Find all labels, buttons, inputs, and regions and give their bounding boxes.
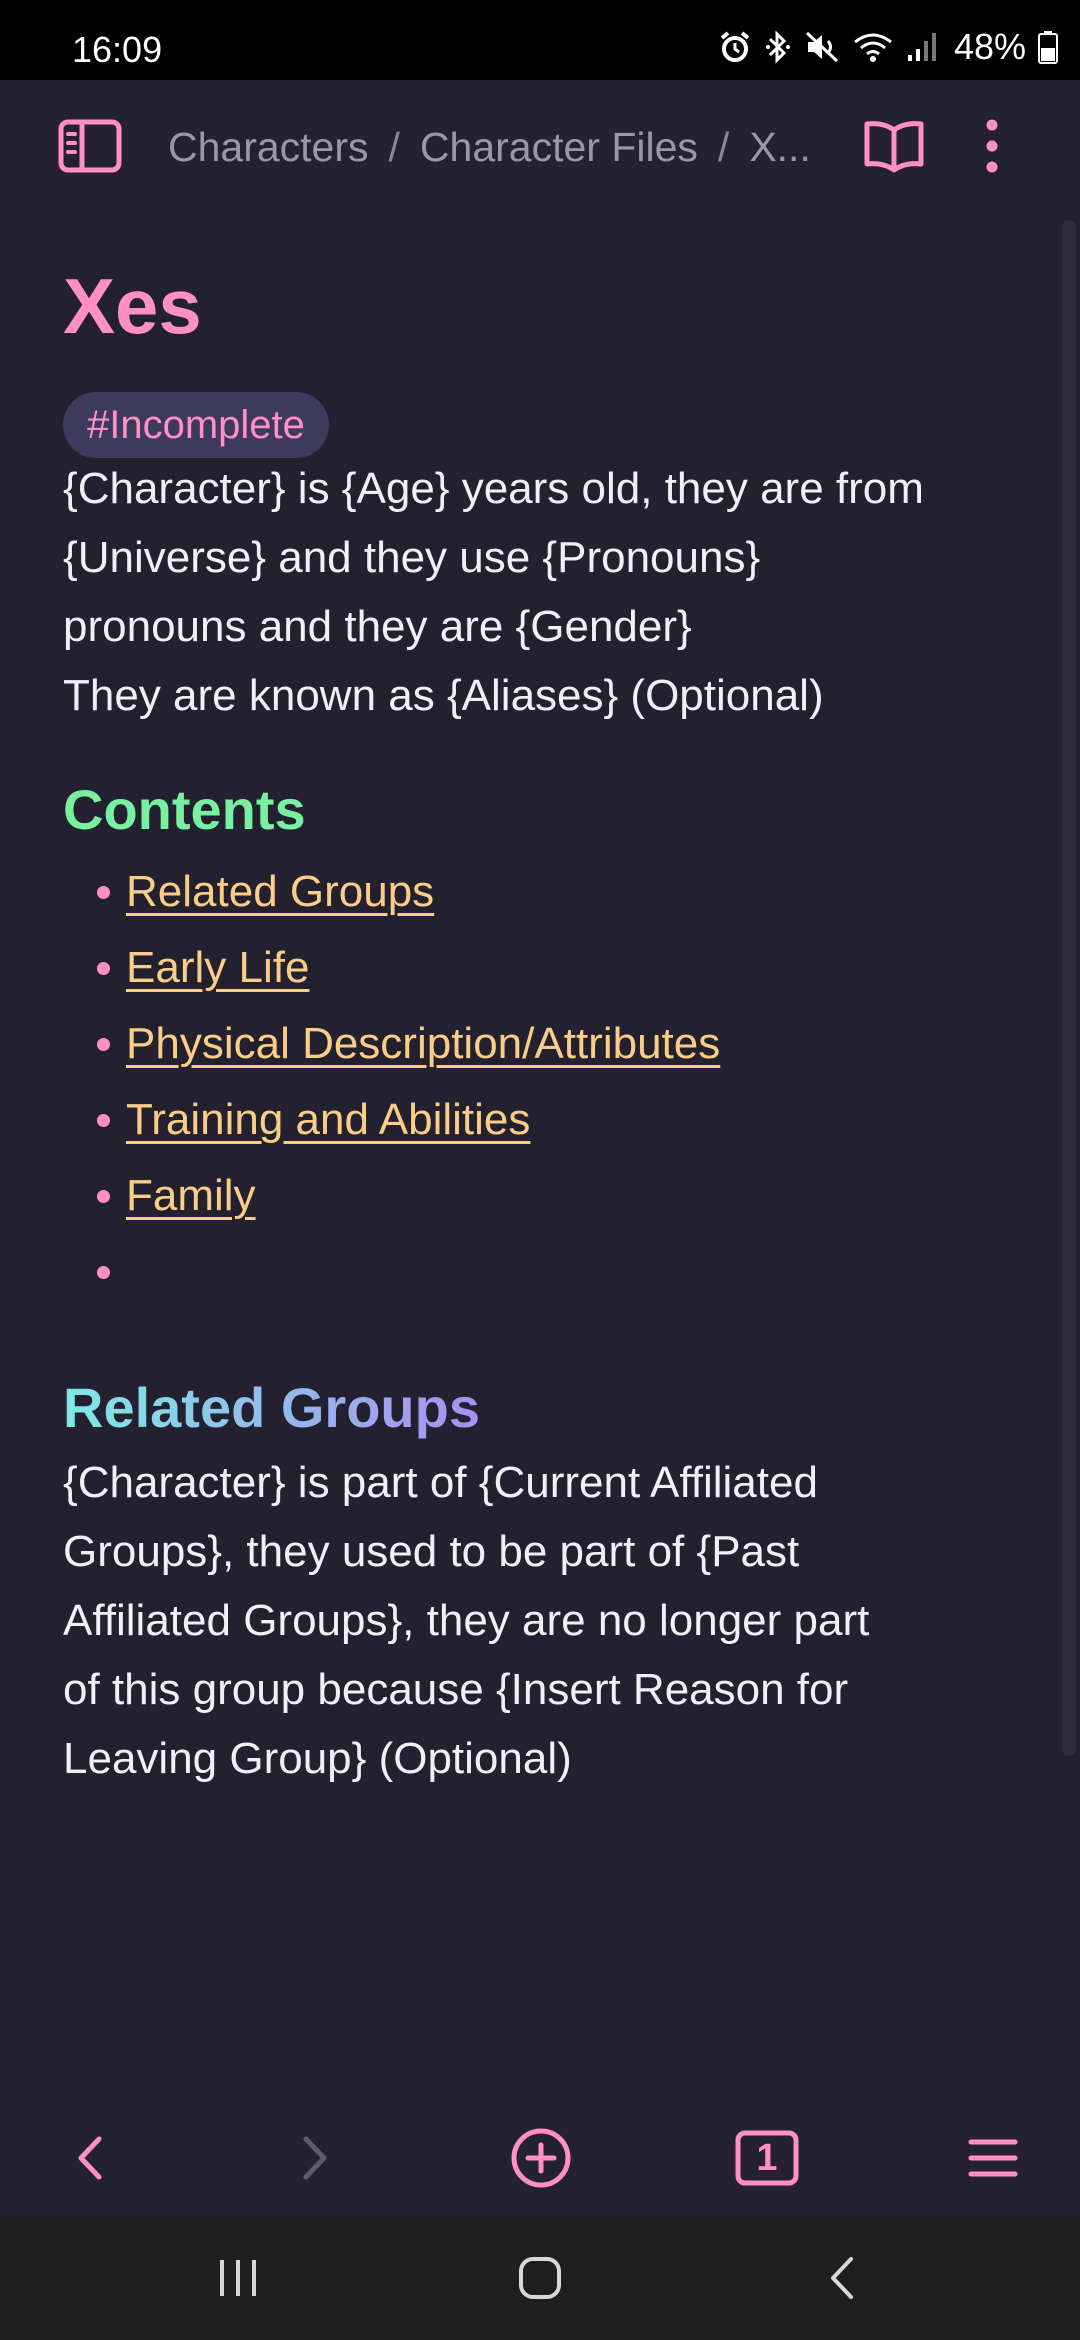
forward-button[interactable] — [270, 2118, 360, 2198]
sidebar-toggle-icon — [58, 119, 122, 173]
bullet-icon — [97, 1190, 110, 1203]
system-back-icon — [831, 2257, 853, 2299]
reading-mode-icon — [864, 121, 924, 173]
toc-link-family[interactable]: Family — [126, 1171, 256, 1220]
list-item: Physical Description/Attributes — [63, 1006, 1023, 1082]
toc-link-training-abilities[interactable]: Training and Abilities — [126, 1095, 530, 1144]
breadcrumb[interactable]: Characters / Character Files / X... — [168, 117, 818, 177]
list-item-empty[interactable] — [63, 1234, 1023, 1310]
table-of-contents: Related Groups Early Life Physical Descr… — [63, 854, 1023, 1310]
battery-percentage: 48% — [953, 26, 1026, 67]
list-item: Training and Abilities — [63, 1082, 1023, 1158]
new-note-icon — [511, 2128, 571, 2188]
back-arrow-icon — [78, 2136, 102, 2180]
contents-heading: Contents — [63, 778, 306, 841]
intro-line: {Character} is {Age} years old, they are… — [63, 464, 924, 513]
related-groups-paragraph[interactable]: {Character} is part of {Current Affiliat… — [63, 1448, 1023, 1793]
breadcrumb-separator: / — [388, 123, 400, 170]
back-button[interactable] — [45, 2118, 135, 2198]
recent-apps-icon — [220, 2260, 256, 2296]
more-options-icon — [986, 119, 998, 173]
alarm-icon — [720, 31, 750, 62]
reading-mode-button[interactable] — [856, 106, 932, 186]
intro-paragraph[interactable]: {Character} is {Age} years old, they are… — [63, 454, 1023, 730]
related-line: of this group because {Insert Reason for — [63, 1665, 849, 1714]
bullet-icon — [97, 962, 110, 975]
related-line: {Character} is part of {Current Affiliat… — [63, 1458, 818, 1507]
menu-icon — [968, 2139, 1018, 2177]
intro-line: {Universe} and they use {Pronouns} — [63, 533, 761, 582]
new-note-button[interactable] — [496, 2118, 586, 2198]
bullet-icon — [97, 1038, 110, 1051]
tabs-icon: 1 — [735, 2130, 799, 2186]
scrollbar[interactable] — [1062, 220, 1076, 1756]
signal-icon — [907, 33, 936, 61]
toc-link-early-life[interactable]: Early Life — [126, 943, 309, 992]
bluetooth-icon — [765, 30, 790, 64]
related-line: Affiliated Groups}, they are no longer p… — [63, 1596, 870, 1645]
top-bar: Characters / Character Files / X... — [0, 80, 1080, 208]
mute-icon — [805, 31, 838, 63]
breadcrumb-item-current[interactable]: X... — [749, 124, 811, 171]
tab-count: 1 — [756, 2136, 778, 2179]
toc-link-related-groups[interactable]: Related Groups — [126, 867, 434, 916]
breadcrumb-item-character-files[interactable]: Character Files — [420, 124, 698, 171]
status-icons: 48% — [718, 0, 1058, 80]
list-item: Family — [63, 1158, 1023, 1234]
status-bar: 16:09 48% — [0, 0, 1080, 80]
bullet-icon — [97, 886, 110, 899]
related-groups-heading: Related Groups — [63, 1368, 480, 1448]
recent-apps-button[interactable] — [188, 2238, 288, 2318]
tag-incomplete[interactable]: #Incomplete — [63, 392, 329, 458]
breadcrumb-separator: / — [717, 123, 730, 170]
home-button[interactable] — [490, 2238, 590, 2318]
page-title[interactable]: Xes — [63, 250, 1023, 362]
related-line: Leaving Group} (Optional) — [63, 1734, 572, 1783]
note-content: Xes #Incomplete {Character} is {Age} yea… — [63, 230, 1023, 1793]
menu-button[interactable] — [948, 2118, 1038, 2198]
tabs-button[interactable]: 1 — [722, 2118, 812, 2198]
related-line: Groups}, they used to be part of {Past — [63, 1527, 800, 1576]
battery-icon — [1038, 31, 1058, 64]
list-item: Related Groups — [63, 854, 1023, 930]
home-icon — [519, 2257, 561, 2299]
intro-line: They are known as {Aliases} (Optional) — [63, 671, 824, 720]
bullet-icon — [97, 1114, 110, 1127]
status-time: 16:09 — [72, 29, 163, 70]
system-back-button[interactable] — [792, 2238, 892, 2318]
sidebar-toggle-button[interactable] — [50, 106, 130, 186]
bullet-icon — [97, 1266, 110, 1279]
system-navigation-bar — [0, 2216, 1080, 2340]
bottom-toolbar: 1 — [0, 2100, 1080, 2216]
breadcrumb-item-characters[interactable]: Characters — [168, 124, 369, 171]
forward-arrow-icon — [303, 2136, 327, 2180]
list-item: Early Life — [63, 930, 1023, 1006]
more-options-button[interactable] — [962, 106, 1022, 186]
intro-line: pronouns and they are {Gender} — [63, 602, 692, 651]
wifi-icon — [854, 33, 892, 62]
toc-link-physical-description[interactable]: Physical Description/Attributes — [126, 1019, 720, 1068]
